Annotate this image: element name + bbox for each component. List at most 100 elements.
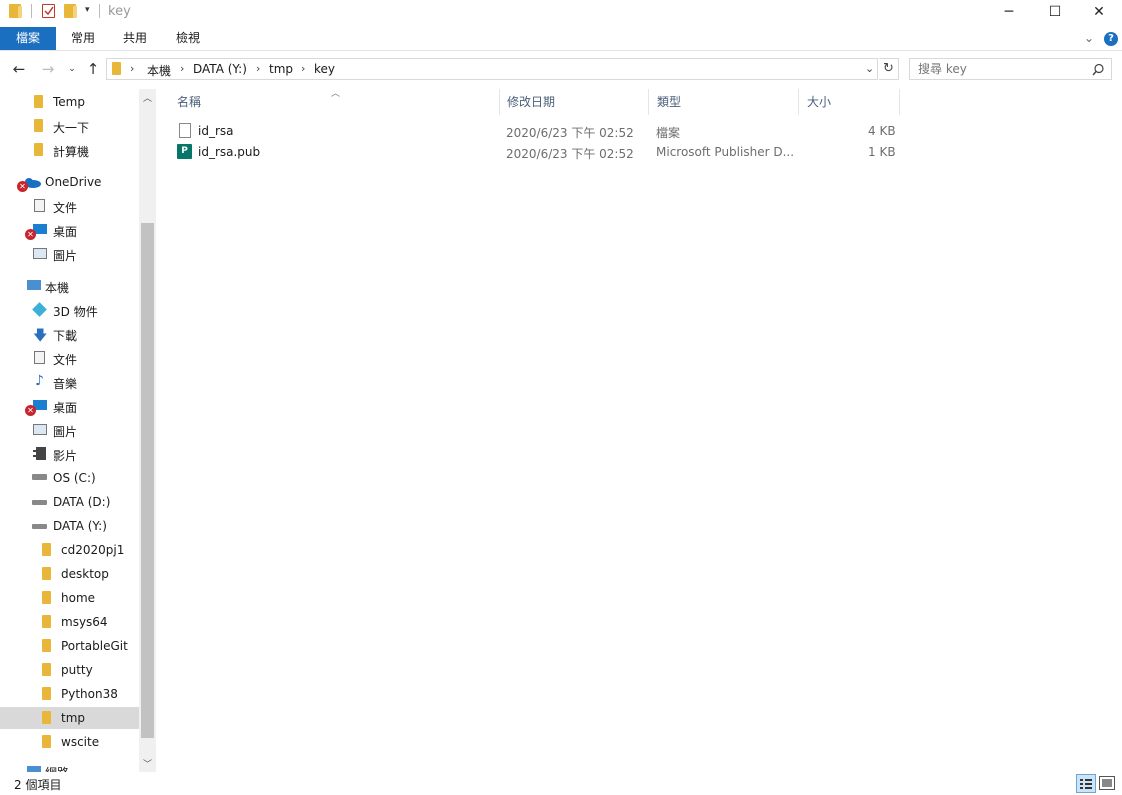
recent-locations-icon[interactable]: ⌄ (62, 58, 82, 80)
file-icon (179, 123, 191, 138)
pictures-icon (33, 424, 47, 435)
nav-item-wscite[interactable]: wscite (0, 731, 139, 753)
column-header-date-modified[interactable]: 修改日期 (499, 89, 649, 115)
breadcrumb-this-pc[interactable]: 本機 (147, 62, 171, 79)
nav-item-temp[interactable]: Temp (0, 91, 139, 113)
breadcrumb-tmp[interactable]: tmp (269, 62, 293, 76)
folder-icon (9, 4, 22, 18)
folder-icon (42, 615, 51, 628)
nav-item-label: 本機 (45, 281, 70, 295)
details-view-icon[interactable] (1076, 774, 1096, 793)
nav-item-videos[interactable]: 影片 (0, 443, 139, 465)
nav-item-label: wscite (61, 735, 100, 749)
folder-icon (112, 62, 121, 75)
scroll-up-icon[interactable]: ︿ (143, 91, 152, 104)
file-list: 名稱 ︿ 修改日期 類型 大小 id_rsa 2020/6/23 下午 02:5… (160, 89, 1122, 772)
nav-item-tmp[interactable]: tmp (0, 707, 139, 729)
sort-ascending-icon: ︿ (331, 89, 341, 99)
nav-item-network[interactable]: 網路 (0, 760, 139, 772)
folder-icon (34, 119, 43, 132)
nav-item-onedrive[interactable]: ✕ OneDrive (0, 171, 139, 193)
help-icon[interactable]: ? (1104, 32, 1118, 46)
forward-button[interactable]: → (38, 58, 58, 80)
folder-icon (42, 663, 51, 676)
sync-error-icon: ✕ (25, 229, 36, 240)
nav-item-downloads[interactable]: 🡇 下載 (0, 323, 139, 345)
nav-item-music[interactable]: ♪ 音樂 (0, 371, 139, 393)
nav-item-pictures[interactable]: 圖片 (0, 419, 139, 441)
expand-ribbon-icon[interactable]: ⌄ (1084, 31, 1094, 45)
nav-item-drive-c[interactable]: OS (C:) (0, 467, 139, 489)
folder-icon (42, 711, 51, 724)
nav-item-onedrive-documents[interactable]: 文件 (0, 195, 139, 217)
file-type: Microsoft Publisher D... (656, 145, 795, 159)
tab-home[interactable]: 常用 (62, 27, 104, 50)
item-count: 2 個項目 (14, 778, 62, 792)
nav-item-home[interactable]: home (0, 587, 139, 609)
nav-item-freshman-spring[interactable]: 大一下 (0, 115, 139, 137)
tab-file[interactable]: 檔案 (0, 27, 56, 50)
search-box[interactable] (909, 58, 1112, 80)
new-folder-icon[interactable] (64, 4, 77, 18)
file-row[interactable]: P id_rsa.pub 2020/6/23 下午 02:52 Microsof… (170, 142, 900, 163)
pictures-icon (33, 248, 47, 259)
refresh-button[interactable]: ↻ (879, 58, 899, 80)
nav-item-label: 網路 (45, 764, 69, 772)
nav-item-onedrive-desktop[interactable]: ✕ 桌面 (0, 219, 139, 241)
sync-error-icon: ✕ (25, 405, 36, 416)
nav-item-label: PortableGit (61, 639, 128, 653)
nav-item-portablegit[interactable]: PortableGit (0, 635, 139, 657)
close-button[interactable]: ✕ (1076, 0, 1122, 24)
maximize-button[interactable]: ☐ (1032, 0, 1078, 24)
breadcrumb-key[interactable]: key (314, 62, 335, 76)
tab-view[interactable]: 檢視 (167, 27, 209, 50)
folder-icon (42, 639, 51, 652)
music-note-icon: ♪ (35, 373, 44, 389)
nav-item-desktop-folder[interactable]: desktop (0, 563, 139, 585)
nav-item-drive-d[interactable]: DATA (D:) (0, 491, 139, 513)
nav-item-cd2020pj1[interactable]: cd2020pj1 (0, 539, 139, 561)
nav-item-label: putty (61, 663, 93, 677)
large-icons-view-icon[interactable] (1099, 776, 1115, 790)
nav-item-computer-science[interactable]: 計算機 (0, 139, 139, 161)
address-history-dropdown-icon[interactable]: ⌄ (865, 62, 874, 75)
nav-item-msys64[interactable]: msys64 (0, 611, 139, 633)
nav-item-label: DATA (D:) (53, 495, 111, 509)
address-bar[interactable]: › 本機 › DATA (Y:) › tmp › key ⌄ (106, 58, 878, 80)
up-button[interactable]: ↑ (83, 58, 103, 80)
nav-item-label: 音樂 (53, 377, 78, 391)
column-header-type[interactable]: 類型 (649, 89, 799, 115)
chevron-right-icon[interactable]: › (256, 62, 260, 75)
customize-quick-access-icon[interactable]: ▾ (85, 5, 90, 15)
tab-share[interactable]: 共用 (114, 27, 156, 50)
folder-icon (34, 95, 43, 108)
chevron-right-icon[interactable]: › (301, 62, 305, 75)
navigation-pane: Temp 大一下 計算機 ✕ OneDrive 文件 ✕ 桌面 圖片 本機 3D… (0, 89, 156, 772)
minimize-button[interactable]: ─ (986, 0, 1032, 24)
nav-item-this-pc[interactable]: 本機 (0, 275, 139, 297)
file-row[interactable]: id_rsa 2020/6/23 下午 02:52 檔案 4 KB (170, 121, 900, 142)
nav-item-documents[interactable]: 文件 (0, 347, 139, 369)
sync-error-icon: ✕ (17, 181, 28, 192)
chevron-right-icon[interactable]: › (180, 62, 184, 75)
nav-item-label: 影片 (53, 449, 78, 463)
nav-item-label: home (61, 591, 96, 605)
nav-item-putty[interactable]: putty (0, 659, 139, 681)
search-input[interactable] (918, 62, 1078, 76)
nav-scrollbar[interactable]: ︿ ﹀ (139, 89, 156, 772)
nav-item-label: 桌面 (53, 225, 78, 239)
nav-item-onedrive-pictures[interactable]: 圖片 (0, 243, 139, 265)
nav-item-label: 大一下 (53, 121, 90, 135)
back-button[interactable]: ← (9, 58, 29, 80)
nav-item-drive-y[interactable]: DATA (Y:) (0, 515, 139, 537)
column-header-size[interactable]: 大小 (799, 89, 900, 115)
scrollbar-thumb[interactable] (141, 223, 154, 738)
chevron-right-icon[interactable]: › (130, 62, 134, 75)
nav-item-3d-objects[interactable]: 3D 物件 (0, 299, 139, 321)
properties-icon[interactable] (42, 4, 55, 18)
nav-item-desktop[interactable]: ✕ 桌面 (0, 395, 139, 417)
file-type: 檔案 (656, 126, 681, 140)
nav-item-python38[interactable]: Python38 (0, 683, 139, 705)
scroll-down-icon[interactable]: ﹀ (143, 757, 152, 770)
breadcrumb-data-y[interactable]: DATA (Y:) (193, 62, 247, 76)
